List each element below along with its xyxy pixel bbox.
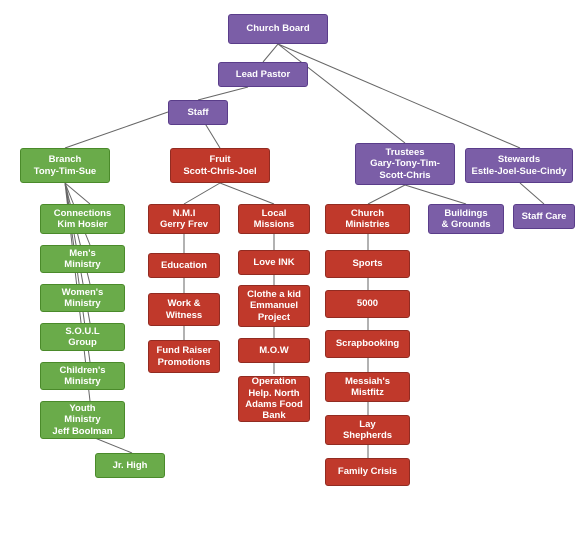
local-missions-node: LocalMissions: [238, 204, 310, 234]
mow-node: M.O.W: [238, 338, 310, 363]
clothe-kid-node: Clothe a kidEmmanuelProject: [238, 285, 310, 327]
mens-ministry-label: Men'sMinistry: [64, 248, 100, 271]
five-thousand-label: 5000: [357, 298, 378, 309]
soul-group-label: S.O.U.LGroup: [65, 326, 99, 349]
branch-label: BranchTony-Tim-Sue: [34, 154, 96, 177]
scrapbooking-node: Scrapbooking: [325, 330, 410, 358]
stewards-node: StewardsEstle-Joel-Sue-Cindy: [465, 148, 573, 183]
sports-node: Sports: [325, 250, 410, 278]
nmi-label: N.M.IGerry Frev: [160, 208, 208, 231]
trustees-label: TrusteesGary-Tony-Tim-Scott-Chris: [370, 147, 440, 181]
work-witness-label: Work &Witness: [166, 298, 202, 321]
youth-ministry-label: YouthMinistryJeff Boolman: [52, 403, 112, 437]
clothe-kid-label: Clothe a kidEmmanuelProject: [247, 289, 301, 323]
church-ministries-label: ChurchMinistries: [345, 208, 389, 231]
childrens-ministry-node: Children'sMinistry: [40, 362, 125, 390]
branch-node: BranchTony-Tim-Sue: [20, 148, 110, 183]
work-witness-node: Work &Witness: [148, 293, 220, 326]
five-thousand-node: 5000: [325, 290, 410, 318]
womens-ministry-label: Women'sMinistry: [62, 287, 104, 310]
church-ministries-node: ChurchMinistries: [325, 204, 410, 234]
jr-high-label: Jr. High: [113, 460, 148, 471]
trustees-node: TrusteesGary-Tony-Tim-Scott-Chris: [355, 143, 455, 185]
buildings-grounds-node: Buildings& Grounds: [428, 204, 504, 234]
mow-label: M.O.W: [259, 345, 289, 356]
connections-label: ConnectionsKim Hosier: [54, 208, 112, 231]
local-missions-label: LocalMissions: [254, 208, 295, 231]
lead-pastor-label: Lead Pastor: [236, 69, 290, 80]
buildings-grounds-label: Buildings& Grounds: [441, 208, 490, 231]
operation-help-label: OperationHelp. NorthAdams FoodBank: [245, 376, 303, 422]
church-board-node: Church Board: [228, 14, 328, 44]
operation-help-node: OperationHelp. NorthAdams FoodBank: [238, 376, 310, 422]
childrens-ministry-label: Children'sMinistry: [59, 365, 105, 388]
fund-raiser-label: Fund RaiserPromotions: [157, 345, 212, 368]
lead-pastor-node: Lead Pastor: [218, 62, 308, 87]
messiahs-mistfitz-label: Messiah'sMistfitz: [345, 376, 390, 399]
staff-node: Staff: [168, 100, 228, 125]
church-board-label: Church Board: [246, 23, 309, 34]
fund-raiser-node: Fund RaiserPromotions: [148, 340, 220, 373]
staff-care-label: Staff Care: [522, 211, 567, 222]
fruit-node: FruitScott-Chris-Joel: [170, 148, 270, 183]
soul-group-node: S.O.U.LGroup: [40, 323, 125, 351]
youth-ministry-node: YouthMinistryJeff Boolman: [40, 401, 125, 439]
staff-label: Staff: [187, 107, 208, 118]
stewards-label: StewardsEstle-Joel-Sue-Cindy: [471, 154, 566, 177]
education-node: Education: [148, 253, 220, 278]
org-chart: Church Board Lead Pastor Staff BranchTon…: [0, 0, 585, 20]
womens-ministry-node: Women'sMinistry: [40, 284, 125, 312]
family-crisis-label: Family Crisis: [338, 466, 397, 477]
lay-shepherds-label: LayShepherds: [343, 419, 392, 442]
scrapbooking-label: Scrapbooking: [336, 338, 399, 349]
connections-node: ConnectionsKim Hosier: [40, 204, 125, 234]
messiahs-mistfitz-node: Messiah'sMistfitz: [325, 372, 410, 402]
mens-ministry-node: Men'sMinistry: [40, 245, 125, 273]
nmi-node: N.M.IGerry Frev: [148, 204, 220, 234]
love-ink-label: Love INK: [253, 257, 294, 268]
love-ink-node: Love INK: [238, 250, 310, 275]
lay-shepherds-node: LayShepherds: [325, 415, 410, 445]
fruit-label: FruitScott-Chris-Joel: [183, 154, 256, 177]
family-crisis-node: Family Crisis: [325, 458, 410, 486]
education-label: Education: [161, 260, 207, 271]
sports-label: Sports: [352, 258, 382, 269]
jr-high-node: Jr. High: [95, 453, 165, 478]
staff-care-node: Staff Care: [513, 204, 575, 229]
